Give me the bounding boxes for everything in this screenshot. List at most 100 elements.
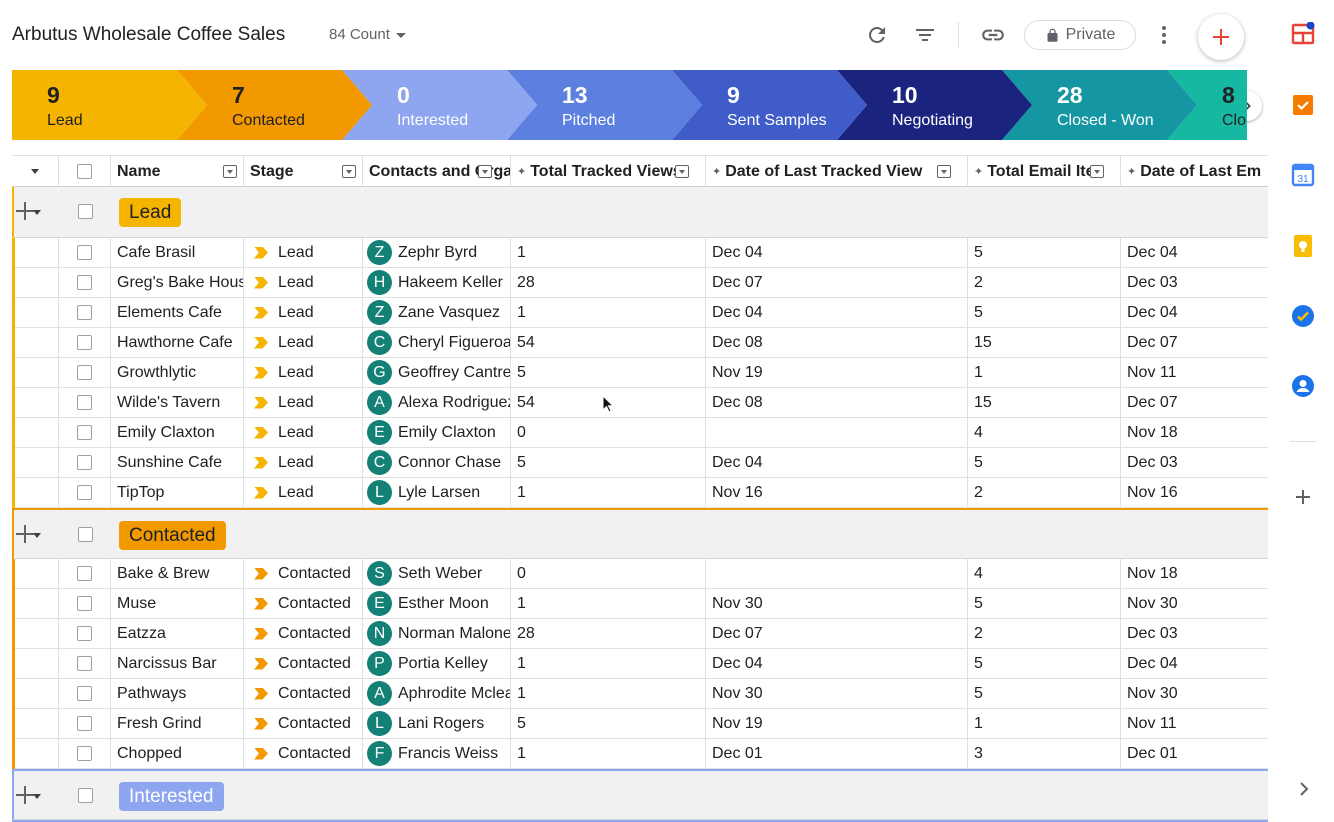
cell-name[interactable]: Muse <box>111 589 244 618</box>
column-menu-icon[interactable] <box>937 165 951 178</box>
table-row[interactable]: TipTop Lead L Lyle Larsen 1 Nov 16 2 Nov 16 <box>12 478 1268 508</box>
cell-views[interactable]: 1 <box>511 589 706 618</box>
cell-last-view[interactable]: Dec 04 <box>706 238 968 267</box>
select-all-checkbox[interactable] <box>77 164 92 179</box>
cell-views[interactable]: 1 <box>511 739 706 768</box>
cell-emails[interactable]: 2 <box>968 619 1121 648</box>
cell-contact[interactable]: Z Zephr Byrd <box>363 238 511 267</box>
add-row-icon[interactable] <box>14 200 36 222</box>
cell-contact[interactable]: P Portia Kelley <box>363 649 511 678</box>
more-vert-icon[interactable] <box>1151 22 1177 48</box>
cell-contact[interactable]: C Connor Chase <box>363 448 511 477</box>
apps-script-icon[interactable] <box>1291 21 1315 46</box>
column-header-stage[interactable]: Stage <box>244 156 363 187</box>
cell-name[interactable]: Chopped <box>111 739 244 768</box>
cell-views[interactable]: 54 <box>511 328 706 357</box>
cell-name[interactable]: Growthlytic <box>111 358 244 387</box>
cell-name[interactable]: Wilde's Tavern <box>111 388 244 417</box>
cell-contact[interactable]: E Emily Claxton <box>363 418 511 447</box>
cell-emails[interactable]: 3 <box>968 739 1121 768</box>
cell-contact[interactable]: G Geoffrey Cantrell <box>363 358 511 387</box>
column-header-name[interactable]: Name <box>111 156 244 187</box>
row-checkbox[interactable] <box>77 716 92 731</box>
cell-emails[interactable]: 5 <box>968 298 1121 327</box>
cell-views[interactable]: 28 <box>511 619 706 648</box>
group-checkbox[interactable] <box>78 204 93 219</box>
cell-contact[interactable]: C Cheryl Figueroa <box>363 328 511 357</box>
cell-views[interactable]: 1 <box>511 679 706 708</box>
cell-stage[interactable]: Contacted <box>244 679 363 708</box>
cell-last-view[interactable]: Nov 16 <box>706 478 968 507</box>
table-row[interactable]: Emily Claxton Lead E Emily Claxton 0 4 Nov 18 <box>12 418 1268 448</box>
cell-stage[interactable]: Lead <box>244 358 363 387</box>
cell-emails[interactable]: 15 <box>968 328 1121 357</box>
table-row[interactable]: Greg's Bake House Lead H Hakeem Keller 28 Dec… <box>12 268 1268 298</box>
row-checkbox[interactable] <box>77 686 92 701</box>
row-checkbox[interactable] <box>77 626 92 641</box>
private-button[interactable]: Private <box>1024 20 1136 50</box>
add-row-icon[interactable] <box>14 784 36 806</box>
table-row[interactable]: Wilde's Tavern Lead A Alexa Rodriguez 54 Dec … <box>12 388 1268 418</box>
cell-emails[interactable]: 5 <box>968 238 1121 267</box>
calendar-icon[interactable]: 31 <box>1291 163 1315 187</box>
cell-emails[interactable]: 4 <box>968 418 1121 447</box>
cell-last-view[interactable]: Nov 19 <box>706 358 968 387</box>
row-checkbox[interactable] <box>77 656 92 671</box>
column-header-last-email[interactable]: ✦ Date of Last Em <box>1121 156 1268 187</box>
cell-stage[interactable]: Lead <box>244 328 363 357</box>
cell-last-view[interactable]: Dec 04 <box>706 298 968 327</box>
cell-views[interactable]: 0 <box>511 559 706 588</box>
cell-stage[interactable]: Contacted <box>244 619 363 648</box>
count-dropdown[interactable]: 84 Count <box>329 26 406 43</box>
cell-stage[interactable]: Lead <box>244 478 363 507</box>
cell-contact[interactable]: H Hakeem Keller <box>363 268 511 297</box>
cell-last-email[interactable]: Dec 03 <box>1121 619 1268 648</box>
cell-last-email[interactable]: Dec 07 <box>1121 388 1268 417</box>
cell-last-view[interactable]: Dec 07 <box>706 268 968 297</box>
cell-last-view[interactable]: Dec 08 <box>706 328 968 357</box>
cell-stage[interactable]: Lead <box>244 388 363 417</box>
cell-contact[interactable]: Z Zane Vasquez <box>363 298 511 327</box>
cell-last-email[interactable]: Nov 16 <box>1121 478 1268 507</box>
table-row[interactable]: Elements Cafe Lead Z Zane Vasquez 1 Dec 04 5 De… <box>12 298 1268 328</box>
cell-views[interactable]: 28 <box>511 268 706 297</box>
column-header-last-view[interactable]: ✦ Date of Last Tracked View <box>706 156 968 187</box>
cell-emails[interactable]: 5 <box>968 679 1121 708</box>
cell-name[interactable]: Narcissus Bar <box>111 649 244 678</box>
cell-last-email[interactable]: Nov 30 <box>1121 679 1268 708</box>
table-row[interactable]: Pathways Contacted A Aphrodite Mclean 1 Nov 3… <box>12 679 1268 709</box>
cell-last-email[interactable]: Dec 03 <box>1121 448 1268 477</box>
cell-name[interactable]: Pathways <box>111 679 244 708</box>
add-button[interactable] <box>1198 14 1244 60</box>
cell-name[interactable]: Cafe Brasil <box>111 238 244 267</box>
cell-name[interactable]: Bake & Brew <box>111 559 244 588</box>
row-checkbox[interactable] <box>77 305 92 320</box>
cell-last-view[interactable]: Nov 30 <box>706 679 968 708</box>
cell-views[interactable]: 1 <box>511 649 706 678</box>
refresh-icon[interactable] <box>864 22 890 48</box>
cell-name[interactable]: Hawthorne Cafe <box>111 328 244 357</box>
cell-emails[interactable]: 15 <box>968 388 1121 417</box>
cell-emails[interactable]: 5 <box>968 589 1121 618</box>
cell-last-email[interactable]: Dec 04 <box>1121 238 1268 267</box>
row-checkbox[interactable] <box>77 365 92 380</box>
cell-stage[interactable]: Contacted <box>244 709 363 738</box>
add-row-icon[interactable] <box>14 523 36 545</box>
cell-stage[interactable]: Lead <box>244 448 363 477</box>
table-row[interactable]: Hawthorne Cafe Lead C Cheryl Figueroa 54 Dec … <box>12 328 1268 358</box>
table-row[interactable]: Fresh Grind Contacted L Lani Rogers 5 Nov 19 1… <box>12 709 1268 739</box>
cell-emails[interactable]: 1 <box>968 709 1121 738</box>
cell-views[interactable]: 5 <box>511 358 706 387</box>
filter-icon[interactable] <box>912 22 938 48</box>
column-menu-icon[interactable] <box>1090 165 1104 178</box>
cell-contact[interactable]: F Francis Weiss <box>363 739 511 768</box>
cell-name[interactable]: Sunshine Cafe <box>111 448 244 477</box>
row-checkbox[interactable] <box>77 566 92 581</box>
table-row[interactable]: Eatzza Contacted N Norman Malone 28 Dec 07 2 De… <box>12 619 1268 649</box>
cell-emails[interactable]: 2 <box>968 268 1121 297</box>
table-row[interactable]: Sunshine Cafe Lead C Connor Chase 5 Dec 04 5 De… <box>12 448 1268 478</box>
table-row[interactable]: Bake & Brew Contacted S Seth Weber 0 4 Nov 18 <box>12 559 1268 589</box>
link-icon[interactable] <box>980 22 1006 48</box>
cell-last-email[interactable]: Dec 01 <box>1121 739 1268 768</box>
cell-name[interactable]: Fresh Grind <box>111 709 244 738</box>
